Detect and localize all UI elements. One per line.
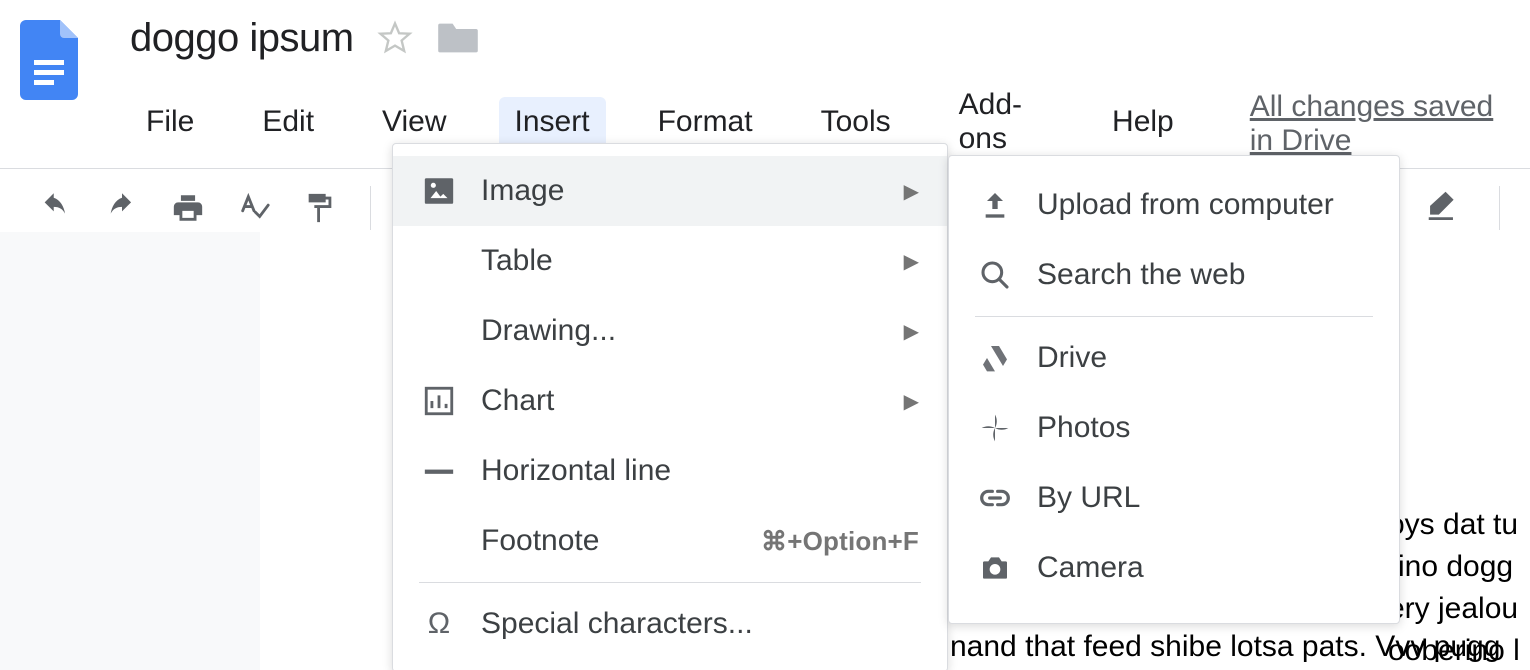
image-submenu-dropdown: Upload from computer Search the web Driv… (948, 155, 1400, 624)
hline-icon (421, 453, 457, 489)
menu-help[interactable]: Help (1096, 97, 1190, 151)
print-button[interactable] (166, 186, 210, 230)
redo-button[interactable] (100, 186, 144, 230)
image-submenu-drive[interactable]: Drive (949, 323, 1399, 393)
menu-item-label: Table (481, 244, 904, 278)
insert-menu-chart[interactable]: Chart ▶ (393, 366, 947, 436)
menu-item-label: Camera (1037, 551, 1371, 585)
menu-separator (419, 582, 921, 583)
undo-button[interactable] (34, 186, 78, 230)
save-status[interactable]: All changes saved in Drive (1250, 90, 1520, 158)
docs-logo-icon[interactable] (20, 20, 80, 100)
table-icon (421, 243, 457, 279)
menu-item-label: Upload from computer (1037, 188, 1371, 222)
camera-icon (977, 550, 1013, 586)
toolbar-separator-2 (1499, 186, 1500, 230)
menu-item-label: Chart (481, 384, 904, 418)
insert-menu-dropdown: Image ▶ Table ▶ Drawing... ▶ Chart ▶ Hor… (392, 143, 948, 670)
insert-menu-footnote[interactable]: Footnote ⌘+Option+F (393, 506, 947, 576)
drive-icon (977, 340, 1013, 376)
menu-file[interactable]: File (130, 97, 210, 151)
document-title[interactable]: doggo ipsum (130, 16, 354, 61)
menu-item-label: By URL (1037, 481, 1371, 515)
insert-menu-hline[interactable]: Horizontal line (393, 436, 947, 506)
menu-item-label: Photos (1037, 411, 1371, 445)
menu-item-label: Search the web (1037, 258, 1371, 292)
document-body-text-2: nand that feed shibe lotsa pats. Vvv pug… (950, 630, 1500, 664)
insert-menu-drawing[interactable]: Drawing... ▶ (393, 296, 947, 366)
image-submenu-upload[interactable]: Upload from computer (949, 170, 1399, 240)
insert-menu-image[interactable]: Image ▶ (393, 156, 947, 226)
insert-menu-special-chars[interactable]: Ω Special characters... (393, 589, 947, 659)
menu-item-label: Image (481, 174, 904, 208)
chart-icon (421, 383, 457, 419)
image-submenu-camera[interactable]: Camera (949, 533, 1399, 603)
folder-icon[interactable] (436, 20, 480, 56)
link-icon (977, 480, 1013, 516)
image-submenu-by-url[interactable]: By URL (949, 463, 1399, 533)
chevron-right-icon: ▶ (904, 249, 919, 274)
menu-item-label: Footnote (481, 524, 761, 558)
chevron-right-icon: ▶ (904, 389, 919, 414)
insert-menu-table[interactable]: Table ▶ (393, 226, 947, 296)
menu-edit[interactable]: Edit (246, 97, 330, 151)
menu-item-label: Special characters... (481, 607, 919, 641)
toolbar-separator (370, 186, 371, 230)
image-icon (421, 173, 457, 209)
image-submenu-photos[interactable]: Photos (949, 393, 1399, 463)
menu-item-label: Horizontal line (481, 454, 919, 488)
menu-item-label: Drawing... (481, 314, 904, 348)
chevron-right-icon: ▶ (904, 179, 919, 204)
menu-item-label: Drive (1037, 341, 1371, 375)
photos-icon (977, 410, 1013, 446)
star-icon[interactable] (376, 19, 414, 57)
paint-format-button[interactable] (298, 186, 342, 230)
spellcheck-button[interactable] (232, 186, 276, 230)
image-submenu-search-web[interactable]: Search the web (949, 240, 1399, 310)
menu-separator (975, 316, 1373, 317)
omega-icon: Ω (421, 606, 457, 642)
upload-icon (977, 187, 1013, 223)
menu-item-shortcut: ⌘+Option+F (761, 526, 919, 557)
footnote-icon (421, 523, 457, 559)
drawing-icon (421, 313, 457, 349)
highlight-color-button[interactable] (1419, 186, 1463, 230)
chevron-right-icon: ▶ (904, 319, 919, 344)
search-web-icon (977, 257, 1013, 293)
